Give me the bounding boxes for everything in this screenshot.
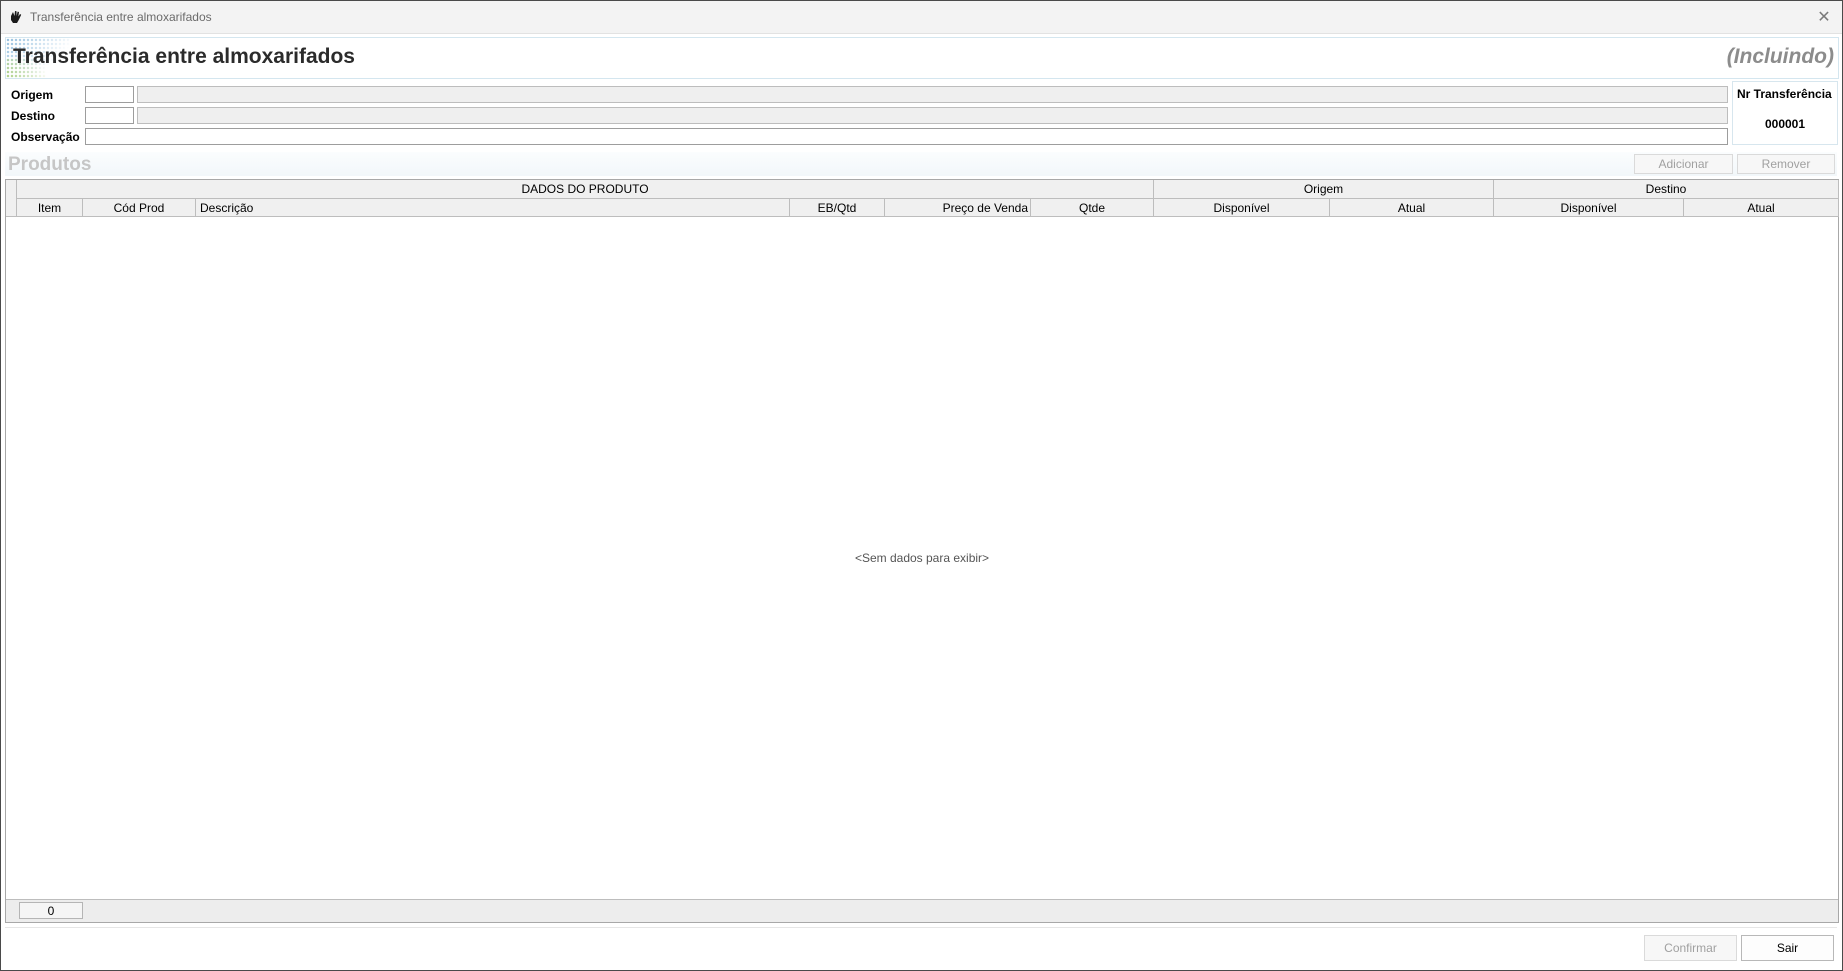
grid-row-count: 0	[19, 902, 83, 919]
destino-code-input[interactable]	[85, 107, 134, 124]
nr-transferencia-box: Nr Transferência 000001	[1732, 81, 1838, 145]
add-product-button[interactable]: Adicionar	[1634, 154, 1733, 174]
products-grid[interactable]: DADOS DO PRODUTO Origem Destino Item Cód…	[5, 179, 1839, 923]
close-icon[interactable]: ✕	[1806, 1, 1842, 33]
destino-label: Destino	[11, 109, 56, 123]
column-header-destino-atual[interactable]: Atual	[1684, 199, 1839, 217]
products-section-bar: Produtos	[5, 152, 1837, 176]
column-header-destino-disponivel[interactable]: Disponível	[1494, 199, 1684, 217]
origem-name-field	[137, 86, 1728, 103]
nr-transferencia-label: Nr Transferência	[1737, 87, 1832, 101]
group-header-destino: Destino	[1494, 180, 1839, 199]
destino-name-field	[137, 107, 1728, 124]
column-header-origem-atual[interactable]: Atual	[1330, 199, 1494, 217]
grid-footer: 0	[6, 899, 1838, 922]
mode-label: (Incluindo)	[1726, 45, 1834, 68]
page-header: Transferência entre almoxarifados (Inclu…	[5, 37, 1839, 79]
hand-icon	[11, 11, 22, 23]
observacao-label: Observação	[11, 130, 80, 144]
origem-label: Origem	[11, 88, 54, 102]
app-window: Transferência entre almoxarifados ✕ Tran…	[0, 0, 1843, 971]
row-indicator-header	[6, 180, 17, 217]
remove-product-button[interactable]: Remover	[1737, 154, 1835, 174]
page-title: Transferência entre almoxarifados	[13, 45, 355, 68]
title-bar: Transferência entre almoxarifados ✕	[1, 1, 1842, 34]
column-header-origem-disponivel[interactable]: Disponível	[1154, 199, 1330, 217]
column-header-qtde[interactable]: Qtde	[1031, 199, 1154, 217]
observacao-input[interactable]	[85, 128, 1728, 145]
column-header-cod-prod[interactable]: Cód Prod	[83, 199, 196, 217]
group-header-dados-produto: DADOS DO PRODUTO	[17, 180, 1154, 199]
products-title: Produtos	[8, 154, 92, 175]
column-header-preco-venda[interactable]: Preço de Venda	[885, 199, 1031, 217]
bottom-action-bar	[5, 927, 1837, 966]
group-header-origem: Origem	[1154, 180, 1494, 199]
window-title: Transferência entre almoxarifados	[30, 10, 212, 24]
grid-empty-message: <Sem dados para exibir>	[854, 551, 990, 565]
column-header-item[interactable]: Item	[17, 199, 83, 217]
confirm-button[interactable]: Confirmar	[1644, 935, 1737, 961]
exit-button[interactable]: Sair	[1741, 935, 1834, 961]
nr-transferencia-value: 000001	[1764, 117, 1806, 131]
column-header-descricao[interactable]: Descrição	[196, 199, 790, 217]
column-header-eb-qtd[interactable]: EB/Qtd	[790, 199, 885, 217]
origem-code-input[interactable]	[85, 86, 134, 103]
